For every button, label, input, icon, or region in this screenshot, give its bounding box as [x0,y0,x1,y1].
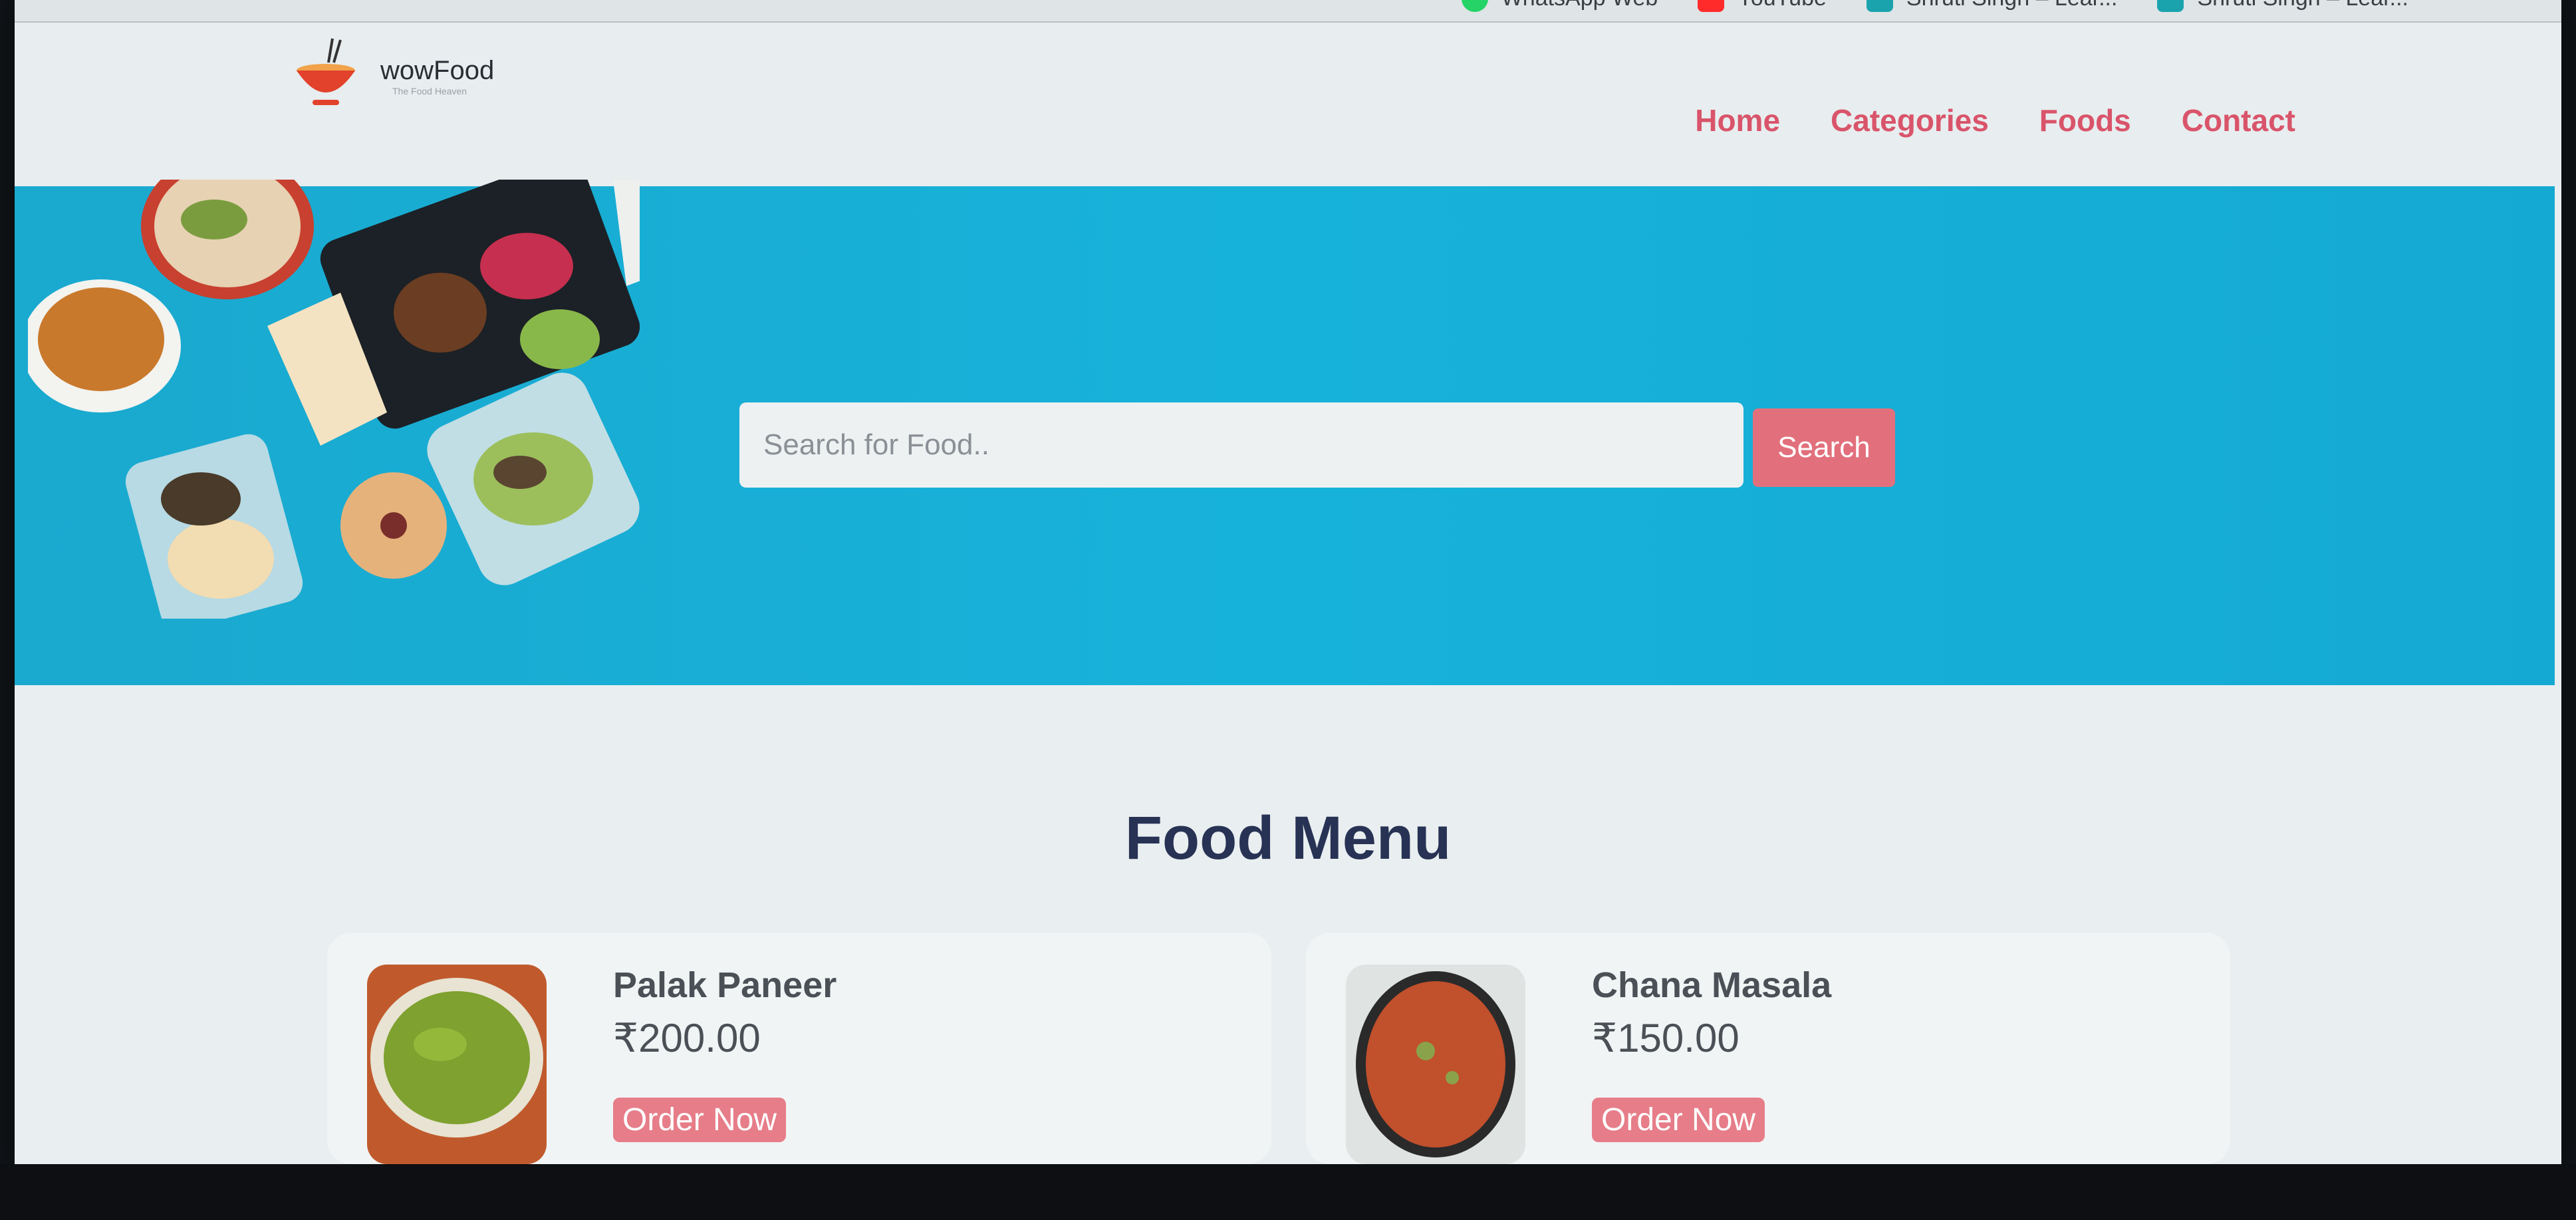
order-now-button[interactable]: Order Now [613,1098,787,1142]
site-logo[interactable]: wowFood The Food Heaven [293,36,494,116]
whatsapp-icon [1461,0,1488,12]
logo-tagline: The Food Heaven [392,85,467,96]
bookmark-label: YouTube [1738,0,1827,11]
food-image [1346,965,1525,1164]
hero-food-image [28,180,640,619]
food-bowl-icon [297,38,355,105]
food-card: Chana Masala ₹150.00 Order Now [1306,933,2230,1164]
logo-title: wowFood [380,55,495,85]
food-price: ₹150.00 [1592,1016,1739,1060]
nav-categories[interactable]: Categories [1831,102,1989,138]
search-button[interactable]: Search [1753,408,1895,487]
site-header: wowFood The Food Heaven Home Categories … [15,23,2561,186]
order-now-button[interactable]: Order Now [1592,1098,1765,1142]
bookmarks-bar: WhatsApp Web YouTube Shruti Singh – Lear… [15,0,2561,23]
sheets-icon [2157,0,2184,12]
bookmark-shruti-2[interactable]: Shruti Singh – Lear... [2157,0,2408,12]
nav-home[interactable]: Home [1695,102,1780,138]
sheets-icon [1866,0,1893,12]
bookmark-label: WhatsApp Web [1501,0,1658,11]
monitor-bezel [0,1164,2576,1220]
section-title: Food Menu [1124,804,1452,872]
food-card: Palak Paneer ₹200.00 Order Now [327,933,1271,1164]
bookmark-whatsapp[interactable]: WhatsApp Web [1461,0,1658,12]
nav-foods[interactable]: Foods [2039,102,2131,138]
nav-contact[interactable]: Contact [2182,102,2295,138]
food-name: Chana Masala [1592,965,1832,1005]
youtube-icon [1698,0,1725,12]
food-price: ₹200.00 [613,1016,761,1060]
food-name: Palak Paneer [613,965,837,1005]
bookmark-shruti-1[interactable]: Shruti Singh – Lear... [1866,0,2118,12]
search-input[interactable] [739,402,1743,488]
bookmark-label: Shruti Singh – Lear... [1906,0,2118,11]
bookmark-youtube[interactable]: YouTube [1698,0,1827,12]
food-image [367,965,547,1164]
main-nav: Home Categories Foods Contact [1695,102,2295,138]
food-search-hero: Search [15,180,2555,685]
browser-viewport: WhatsApp Web YouTube Shruti Singh – Lear… [15,0,2561,1164]
bookmark-label: Shruti Singh – Lear... [2197,0,2408,11]
